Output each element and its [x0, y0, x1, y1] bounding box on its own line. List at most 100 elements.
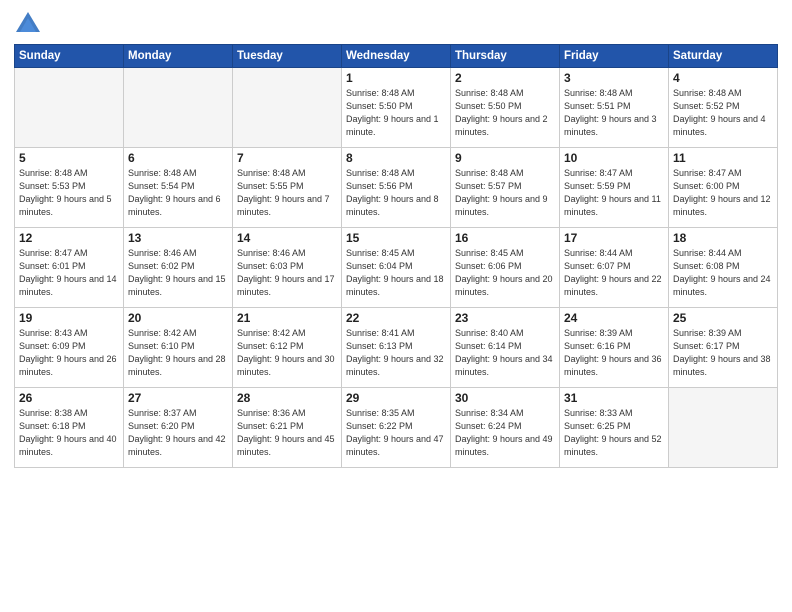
day-info: Sunrise: 8:48 AM Sunset: 5:56 PM Dayligh… — [346, 167, 446, 219]
day-info: Sunrise: 8:48 AM Sunset: 5:50 PM Dayligh… — [455, 87, 555, 139]
page: SundayMondayTuesdayWednesdayThursdayFrid… — [0, 0, 792, 612]
calendar-table: SundayMondayTuesdayWednesdayThursdayFrid… — [14, 44, 778, 468]
header — [14, 10, 778, 38]
day-number: 9 — [455, 151, 555, 165]
day-cell: 24 Sunrise: 8:39 AM Sunset: 6:16 PM Dayli… — [560, 308, 669, 388]
day-cell: 11Sunrise: 8:47 AM Sunset: 6:00 PM Dayli… — [669, 148, 778, 228]
day-cell — [233, 68, 342, 148]
day-cell: 20 Sunrise: 8:42 AM Sunset: 6:10 PM Dayli… — [124, 308, 233, 388]
day-number: 29 — [346, 391, 446, 405]
day-info: Sunrise: 8:35 AM Sunset: 6:22 PM Dayligh… — [346, 407, 446, 459]
day-number: 7 — [237, 151, 337, 165]
day-cell: 6Sunrise: 8:48 AM Sunset: 5:54 PM Daylig… — [124, 148, 233, 228]
day-cell: 7 Sunrise: 8:48 AM Sunset: 5:55 PM Daylig… — [233, 148, 342, 228]
day-cell: 13Sunrise: 8:46 AM Sunset: 6:02 PM Dayli… — [124, 228, 233, 308]
day-number: 20 — [128, 311, 228, 325]
day-cell: 28 Sunrise: 8:36 AM Sunset: 6:21 PM Dayli… — [233, 388, 342, 468]
day-cell: 1Sunrise: 8:48 AM Sunset: 5:50 PM Daylig… — [342, 68, 451, 148]
day-info: Sunrise: 8:43 AM Sunset: 6:09 PM Dayligh… — [19, 327, 119, 379]
day-info: Sunrise: 8:47 AM Sunset: 5:59 PM Dayligh… — [564, 167, 664, 219]
week-row-5: 26 Sunrise: 8:38 AM Sunset: 6:18 PM Dayli… — [15, 388, 778, 468]
day-info: Sunrise: 8:48 AM Sunset: 5:50 PM Dayligh… — [346, 87, 446, 139]
day-number: 21 — [237, 311, 337, 325]
weekday-header-wednesday: Wednesday — [342, 45, 451, 68]
day-info: Sunrise: 8:41 AM Sunset: 6:13 PM Dayligh… — [346, 327, 446, 379]
day-cell: 15Sunrise: 8:45 AM Sunset: 6:04 PM Dayli… — [342, 228, 451, 308]
day-info: Sunrise: 8:48 AM Sunset: 5:53 PM Dayligh… — [19, 167, 119, 219]
day-cell: 2 Sunrise: 8:48 AM Sunset: 5:50 PM Daylig… — [451, 68, 560, 148]
day-cell: 31 Sunrise: 8:33 AM Sunset: 6:25 PM Dayli… — [560, 388, 669, 468]
day-cell: 10 Sunrise: 8:47 AM Sunset: 5:59 PM Dayli… — [560, 148, 669, 228]
day-info: Sunrise: 8:38 AM Sunset: 6:18 PM Dayligh… — [19, 407, 119, 459]
day-number: 24 — [564, 311, 664, 325]
day-cell: 16 Sunrise: 8:45 AM Sunset: 6:06 PM Dayli… — [451, 228, 560, 308]
day-info: Sunrise: 8:34 AM Sunset: 6:24 PM Dayligh… — [455, 407, 555, 459]
day-number: 11 — [673, 151, 773, 165]
day-number: 22 — [346, 311, 446, 325]
weekday-header-sunday: Sunday — [15, 45, 124, 68]
day-cell: 14 Sunrise: 8:46 AM Sunset: 6:03 PM Dayli… — [233, 228, 342, 308]
day-info: Sunrise: 8:45 AM Sunset: 6:04 PM Dayligh… — [346, 247, 446, 299]
day-cell: 19 Sunrise: 8:43 AM Sunset: 6:09 PM Dayli… — [15, 308, 124, 388]
day-cell: 18Sunrise: 8:44 AM Sunset: 6:08 PM Dayli… — [669, 228, 778, 308]
day-number: 8 — [346, 151, 446, 165]
day-cell: 12Sunrise: 8:47 AM Sunset: 6:01 PM Dayli… — [15, 228, 124, 308]
weekday-header-saturday: Saturday — [669, 45, 778, 68]
weekday-header-row: SundayMondayTuesdayWednesdayThursdayFrid… — [15, 45, 778, 68]
day-info: Sunrise: 8:42 AM Sunset: 6:10 PM Dayligh… — [128, 327, 228, 379]
day-number: 10 — [564, 151, 664, 165]
week-row-3: 12Sunrise: 8:47 AM Sunset: 6:01 PM Dayli… — [15, 228, 778, 308]
day-info: Sunrise: 8:33 AM Sunset: 6:25 PM Dayligh… — [564, 407, 664, 459]
day-number: 31 — [564, 391, 664, 405]
day-number: 18 — [673, 231, 773, 245]
day-info: Sunrise: 8:39 AM Sunset: 6:17 PM Dayligh… — [673, 327, 773, 379]
day-cell: 30 Sunrise: 8:34 AM Sunset: 6:24 PM Dayli… — [451, 388, 560, 468]
day-info: Sunrise: 8:48 AM Sunset: 5:55 PM Dayligh… — [237, 167, 337, 219]
day-info: Sunrise: 8:48 AM Sunset: 5:51 PM Dayligh… — [564, 87, 664, 139]
day-cell: 9 Sunrise: 8:48 AM Sunset: 5:57 PM Daylig… — [451, 148, 560, 228]
day-cell: 27 Sunrise: 8:37 AM Sunset: 6:20 PM Dayli… — [124, 388, 233, 468]
day-info: Sunrise: 8:48 AM Sunset: 5:54 PM Dayligh… — [128, 167, 228, 219]
day-number: 30 — [455, 391, 555, 405]
day-info: Sunrise: 8:48 AM Sunset: 5:57 PM Dayligh… — [455, 167, 555, 219]
day-cell — [124, 68, 233, 148]
weekday-header-thursday: Thursday — [451, 45, 560, 68]
day-info: Sunrise: 8:45 AM Sunset: 6:06 PM Dayligh… — [455, 247, 555, 299]
day-number: 16 — [455, 231, 555, 245]
day-number: 3 — [564, 71, 664, 85]
day-cell — [669, 388, 778, 468]
day-cell — [15, 68, 124, 148]
day-cell: 5Sunrise: 8:48 AM Sunset: 5:53 PM Daylig… — [15, 148, 124, 228]
day-number: 25 — [673, 311, 773, 325]
week-row-1: 1Sunrise: 8:48 AM Sunset: 5:50 PM Daylig… — [15, 68, 778, 148]
day-cell: 8 Sunrise: 8:48 AM Sunset: 5:56 PM Daylig… — [342, 148, 451, 228]
day-cell: 29 Sunrise: 8:35 AM Sunset: 6:22 PM Dayli… — [342, 388, 451, 468]
day-cell: 26 Sunrise: 8:38 AM Sunset: 6:18 PM Dayli… — [15, 388, 124, 468]
day-number: 17 — [564, 231, 664, 245]
day-number: 4 — [673, 71, 773, 85]
weekday-header-tuesday: Tuesday — [233, 45, 342, 68]
week-row-2: 5Sunrise: 8:48 AM Sunset: 5:53 PM Daylig… — [15, 148, 778, 228]
day-number: 2 — [455, 71, 555, 85]
day-cell: 3 Sunrise: 8:48 AM Sunset: 5:51 PM Daylig… — [560, 68, 669, 148]
week-row-4: 19 Sunrise: 8:43 AM Sunset: 6:09 PM Dayli… — [15, 308, 778, 388]
day-info: Sunrise: 8:39 AM Sunset: 6:16 PM Dayligh… — [564, 327, 664, 379]
day-info: Sunrise: 8:46 AM Sunset: 6:03 PM Dayligh… — [237, 247, 337, 299]
day-cell: 23 Sunrise: 8:40 AM Sunset: 6:14 PM Dayli… — [451, 308, 560, 388]
day-info: Sunrise: 8:47 AM Sunset: 6:01 PM Dayligh… — [19, 247, 119, 299]
weekday-header-monday: Monday — [124, 45, 233, 68]
logo — [14, 10, 46, 38]
day-info: Sunrise: 8:44 AM Sunset: 6:07 PM Dayligh… — [564, 247, 664, 299]
logo-icon — [14, 10, 42, 38]
day-cell: 21Sunrise: 8:42 AM Sunset: 6:12 PM Dayli… — [233, 308, 342, 388]
day-info: Sunrise: 8:37 AM Sunset: 6:20 PM Dayligh… — [128, 407, 228, 459]
day-number: 19 — [19, 311, 119, 325]
day-cell: 22 Sunrise: 8:41 AM Sunset: 6:13 PM Dayli… — [342, 308, 451, 388]
day-number: 14 — [237, 231, 337, 245]
day-info: Sunrise: 8:40 AM Sunset: 6:14 PM Dayligh… — [455, 327, 555, 379]
day-number: 26 — [19, 391, 119, 405]
day-number: 28 — [237, 391, 337, 405]
day-number: 27 — [128, 391, 228, 405]
day-number: 23 — [455, 311, 555, 325]
day-info: Sunrise: 8:36 AM Sunset: 6:21 PM Dayligh… — [237, 407, 337, 459]
